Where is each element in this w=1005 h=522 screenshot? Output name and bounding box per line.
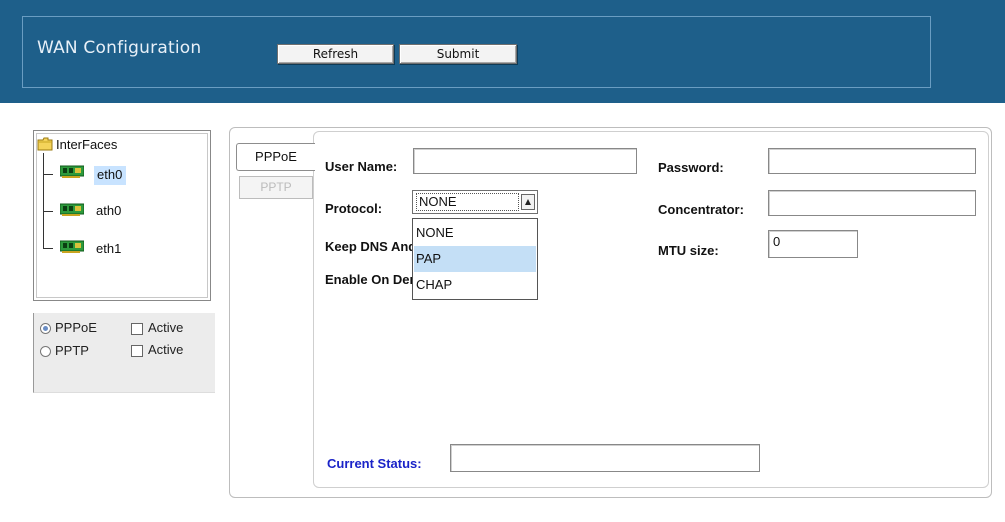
tree-connector-branch (43, 174, 53, 175)
user-name-input[interactable] (413, 148, 637, 174)
page-title: WAN Configuration (37, 38, 202, 58)
pppoe-settings-content (313, 131, 989, 488)
protocol-option-chap[interactable]: CHAP (414, 272, 536, 298)
tree-connector-line (43, 153, 44, 249)
current-status-field (450, 444, 760, 472)
pppoe-radio-label: PPPoE (55, 320, 97, 335)
current-status-label: Current Status: (327, 456, 422, 471)
submit-button[interactable]: Submit (399, 44, 517, 64)
protocol-option-pap[interactable]: PAP (414, 246, 536, 272)
tree-connector-branch (43, 211, 53, 212)
tree-connector-branch (43, 248, 53, 249)
refresh-button[interactable]: Refresh (277, 44, 394, 64)
network-card-icon (60, 203, 84, 216)
pptp-radio-label: PPTP (55, 343, 89, 358)
tab-pptp[interactable]: PPTP (239, 176, 313, 199)
tree-item-eth1[interactable]: eth1 (96, 241, 121, 256)
concentrator-input[interactable] (768, 190, 976, 216)
pptp-active-label: Active (148, 342, 184, 357)
pppoe-active-label: Active (148, 320, 184, 335)
concentrator-label: Concentrator: (658, 202, 744, 217)
mtu-size-input[interactable]: 0 (768, 230, 858, 258)
tree-item-ath0[interactable]: ath0 (96, 203, 121, 218)
tab-pppoe[interactable]: PPPoE (236, 143, 315, 171)
password-input[interactable] (768, 148, 976, 174)
enable-on-demand-label: Enable On Demand (325, 272, 412, 287)
tree-item-eth0[interactable]: eth0 (94, 166, 127, 185)
folder-icon (37, 137, 53, 151)
pptp-active-checkbox[interactable] (131, 345, 143, 357)
network-card-icon (60, 165, 84, 178)
protocol-selected-value: NONE (416, 193, 519, 211)
protocol-select[interactable]: NONE (412, 190, 538, 214)
user-name-label: User Name: (325, 159, 398, 174)
pppoe-radio[interactable] (40, 323, 51, 334)
keep-dns-label: Keep DNS And (325, 239, 412, 254)
pppoe-active-checkbox[interactable] (131, 323, 143, 335)
protocol-label: Protocol: (325, 201, 383, 216)
mtu-size-label: MTU size: (658, 243, 719, 258)
protocol-dropdown-list: NONE PAP CHAP (412, 218, 538, 300)
network-card-icon (60, 240, 84, 253)
protocol-option-none[interactable]: NONE (414, 220, 536, 246)
tree-root-label[interactable]: InterFaces (56, 137, 117, 152)
password-label: Password: (658, 160, 724, 175)
pptp-radio[interactable] (40, 346, 51, 357)
chevron-up-icon[interactable] (521, 194, 535, 210)
